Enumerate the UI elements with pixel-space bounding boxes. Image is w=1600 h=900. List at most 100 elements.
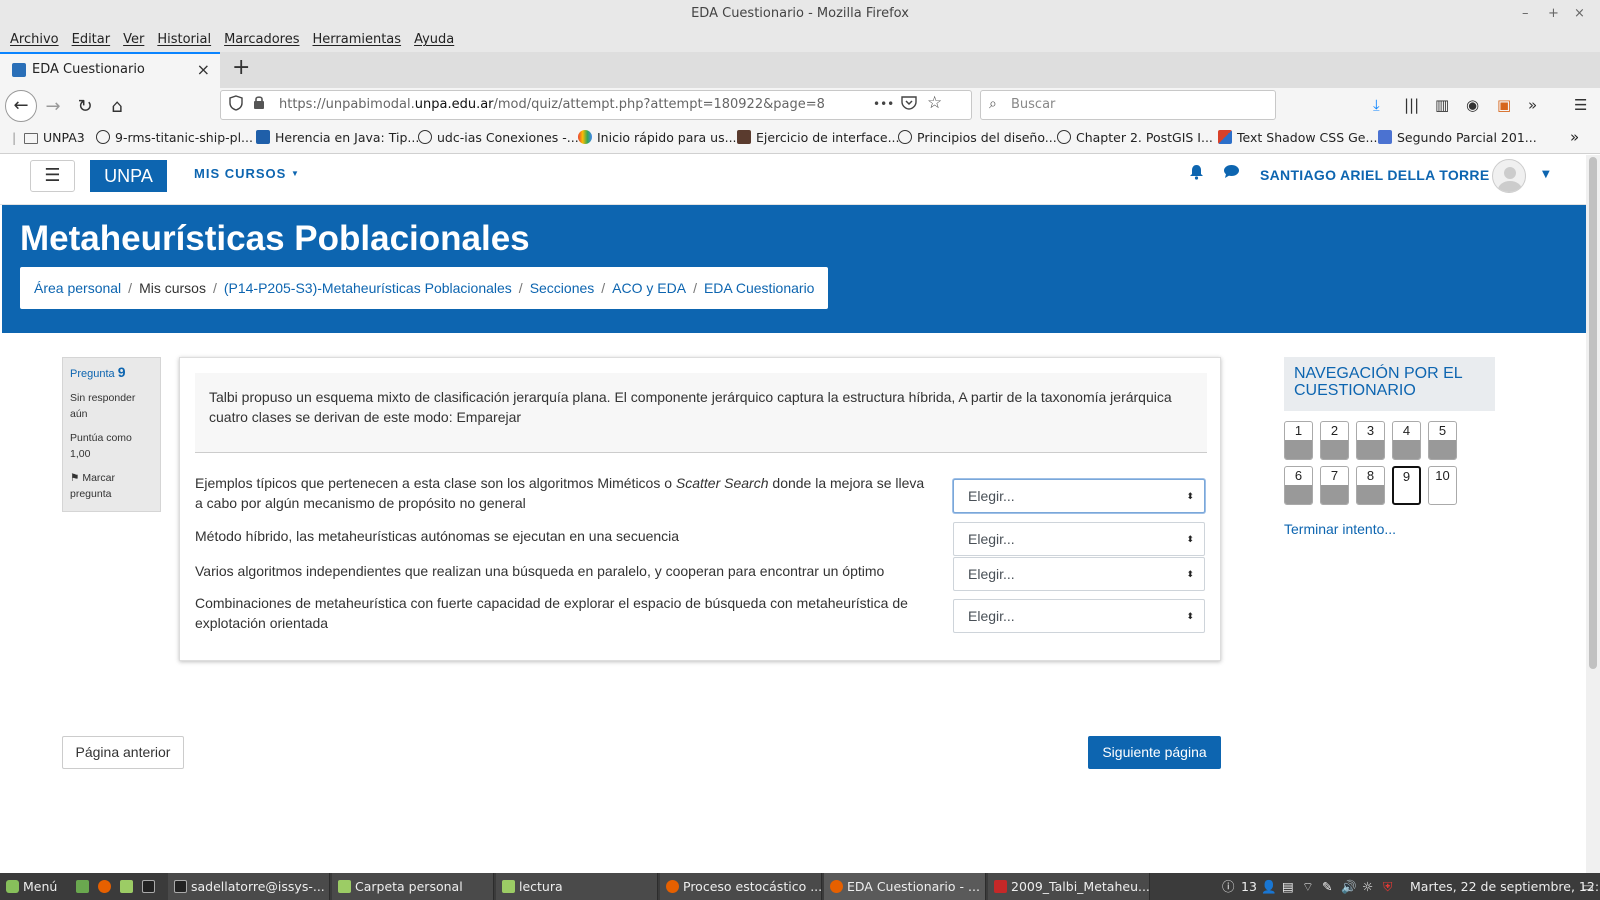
menu-editar[interactable]: Editar <box>68 28 120 52</box>
previous-page-button[interactable]: Página anterior <box>62 736 184 769</box>
tab-close-icon[interactable]: × <box>197 60 210 79</box>
forward-button[interactable]: → <box>40 94 66 120</box>
firefox-launcher-icon[interactable] <box>98 873 115 900</box>
extension-icon[interactable]: ▣ <box>1497 96 1511 114</box>
tab-eda-cuestionario[interactable]: EDA Cuestionario × <box>0 52 220 88</box>
next-page-button[interactable]: Siguiente página <box>1088 736 1221 769</box>
question-status: Sin responder aún <box>70 392 136 420</box>
tray-desktop-icon[interactable]: ▭ <box>1582 873 1594 900</box>
reload-button[interactable]: ↻ <box>72 94 98 120</box>
menu-marcadores[interactable]: Marcadores <box>220 28 308 52</box>
url-bar[interactable]: https://unpabimodal.unpa.edu.ar/mod/quiz… <box>220 90 972 120</box>
tray-clipboard-icon[interactable]: ▤ <box>1282 873 1294 900</box>
quiz-nav-button-5[interactable]: 5 <box>1428 421 1457 460</box>
quiz-nav-button-7[interactable]: 7 <box>1320 466 1349 505</box>
breadcrumb-aco-eda[interactable]: ACO y EDA <box>612 280 686 296</box>
menu-archivo[interactable]: Archivo <box>6 28 68 52</box>
quiz-nav-button-4[interactable]: 4 <box>1392 421 1421 460</box>
sidebar-icon[interactable]: ▥ <box>1435 96 1449 114</box>
tray-clock[interactable]: Martes, 22 de septiembre, 12:50 <box>1410 873 1600 900</box>
terminal-launcher-icon[interactable] <box>142 873 159 900</box>
breadcrumb-separator: / <box>128 280 133 296</box>
drawer-toggle-button[interactable]: ☰ <box>30 160 75 192</box>
user-name[interactable]: SANTIAGO ARIEL DELLA TORRE <box>1260 167 1489 183</box>
hamburger-menu-icon[interactable]: ☰ <box>1574 96 1587 114</box>
tray-user-icon[interactable]: 👤 <box>1261 873 1277 900</box>
start-menu-button[interactable]: Menú <box>6 873 57 900</box>
breadcrumb-separator: / <box>212 280 217 296</box>
breadcrumb-eda-cuestionario[interactable]: EDA Cuestionario <box>704 280 815 296</box>
quiz-nav-button-1[interactable]: 1 <box>1284 421 1313 460</box>
minimize-button[interactable]: – <box>1522 0 1529 28</box>
finish-attempt-link[interactable]: Terminar intento... <box>1284 521 1396 537</box>
taskbar-window-talbi[interactable]: 2009_Talbi_Metaheu... <box>988 873 1150 900</box>
user-avatar[interactable] <box>1492 159 1526 193</box>
breadcrumb-secciones[interactable]: Secciones <box>530 280 595 296</box>
taskbar-window-lectura[interactable]: lectura <box>496 873 658 900</box>
notifications-bell-icon[interactable] <box>1189 164 1204 184</box>
menu-historial[interactable]: Historial <box>153 28 220 52</box>
pocket-icon[interactable] <box>901 95 917 114</box>
match-select[interactable]: Elegir... ⬍ <box>953 599 1205 633</box>
back-button[interactable]: ← <box>5 90 37 122</box>
tray-pen-icon[interactable]: ✎ <box>1322 873 1332 900</box>
tray-volume-icon[interactable]: 🔊 <box>1341 873 1357 900</box>
new-tab-button[interactable]: + <box>232 55 250 80</box>
menu-herramientas[interactable]: Herramientas <box>309 28 411 52</box>
shield-icon[interactable] <box>229 95 243 115</box>
bookmark-item[interactable]: Chapter 2. PostGIS I... <box>1057 130 1213 145</box>
account-icon[interactable]: ◉ <box>1466 96 1479 114</box>
tray-wifi-icon[interactable]: ⌔ <box>1302 873 1314 900</box>
bookmark-item[interactable]: Inicio rápido para us... <box>578 130 737 145</box>
match-select[interactable]: Elegir... ⬍ <box>953 522 1205 556</box>
download-icon[interactable]: ⤓ <box>1373 96 1380 114</box>
quiz-nav-button-8[interactable]: 8 <box>1356 466 1385 505</box>
bookmark-folder[interactable]: UNPA3 <box>24 130 85 145</box>
page-scrollbar[interactable] <box>1586 155 1600 873</box>
taskbar-window-eda-active[interactable]: EDA Cuestionario - ... <box>824 873 986 900</box>
taskbar-window-terminal[interactable]: sadellatorre@issys-... <box>168 873 330 900</box>
close-window-button[interactable]: × <box>1574 0 1585 28</box>
files-launcher-icon[interactable] <box>120 873 137 900</box>
bookmarks-toolbar: | UNPA3 9-rms-titanic-ship-pl... Herenci… <box>0 124 1600 154</box>
home-button[interactable]: ⌂ <box>104 94 130 120</box>
bookmark-item[interactable]: Principios del diseño... <box>898 130 1057 145</box>
quiz-nav-button-9-current[interactable]: 9 <box>1392 466 1421 505</box>
search-box[interactable]: ⌕ Buscar <box>980 90 1276 120</box>
show-desktop-icon[interactable] <box>76 873 93 900</box>
bookmark-star-icon[interactable]: ☆ <box>927 93 942 113</box>
lock-icon[interactable] <box>253 95 265 114</box>
bookmark-item[interactable]: udc-ias Conexiones -... <box>418 130 579 145</box>
bookmark-item[interactable]: Segundo Parcial 201... <box>1378 130 1537 145</box>
breadcrumb-course[interactable]: (P14-P205-S3)-Metaheurísticas Poblaciona… <box>224 280 512 296</box>
scrollbar-thumb[interactable] <box>1589 157 1597 669</box>
site-brand[interactable]: UNPA <box>90 160 167 192</box>
mis-cursos-menu[interactable]: MIS CURSOS ▼ <box>194 166 300 181</box>
library-icon[interactable]: ||| <box>1404 96 1419 114</box>
messages-chat-icon[interactable] <box>1223 164 1240 183</box>
menu-ayuda[interactable]: Ayuda <box>410 28 463 52</box>
overflow-menu-icon[interactable]: » <box>1528 96 1537 114</box>
page-actions-button[interactable]: ••• <box>873 97 894 111</box>
taskbar-window-proceso[interactable]: Proceso estocástico ... <box>660 873 822 900</box>
tray-info-icon[interactable]: ⓘ <box>1222 873 1235 900</box>
breadcrumb-area-personal[interactable]: Área personal <box>34 280 121 296</box>
bookmark-item[interactable]: Herencia en Java: Tip... <box>256 130 419 145</box>
user-menu-caret-icon[interactable]: ▼ <box>1542 169 1550 180</box>
tray-shield-icon[interactable]: ⛨ <box>1383 873 1392 900</box>
taskbar-window-carpeta[interactable]: Carpeta personal <box>332 873 494 900</box>
quiz-nav-button-6[interactable]: 6 <box>1284 466 1313 505</box>
flag-question-link[interactable]: ⚑ Marcar pregunta <box>70 470 153 502</box>
maximize-button[interactable]: + <box>1548 0 1559 28</box>
quiz-nav-button-2[interactable]: 2 <box>1320 421 1349 460</box>
bookmark-item[interactable]: Ejercicio de interface... <box>737 130 900 145</box>
quiz-nav-button-10[interactable]: 10 <box>1428 466 1457 505</box>
match-select[interactable]: Elegir... ⬍ <box>953 479 1205 513</box>
tray-brightness-icon[interactable]: ☼ <box>1362 873 1373 900</box>
bookmarks-overflow-icon[interactable]: » <box>1570 128 1579 146</box>
quiz-nav-button-3[interactable]: 3 <box>1356 421 1385 460</box>
menu-ver[interactable]: Ver <box>119 28 153 52</box>
bookmark-item[interactable]: Text Shadow CSS Ge... <box>1218 130 1377 145</box>
bookmark-item[interactable]: 9-rms-titanic-ship-pl... <box>96 130 253 145</box>
match-select[interactable]: Elegir... ⬍ <box>953 557 1205 591</box>
